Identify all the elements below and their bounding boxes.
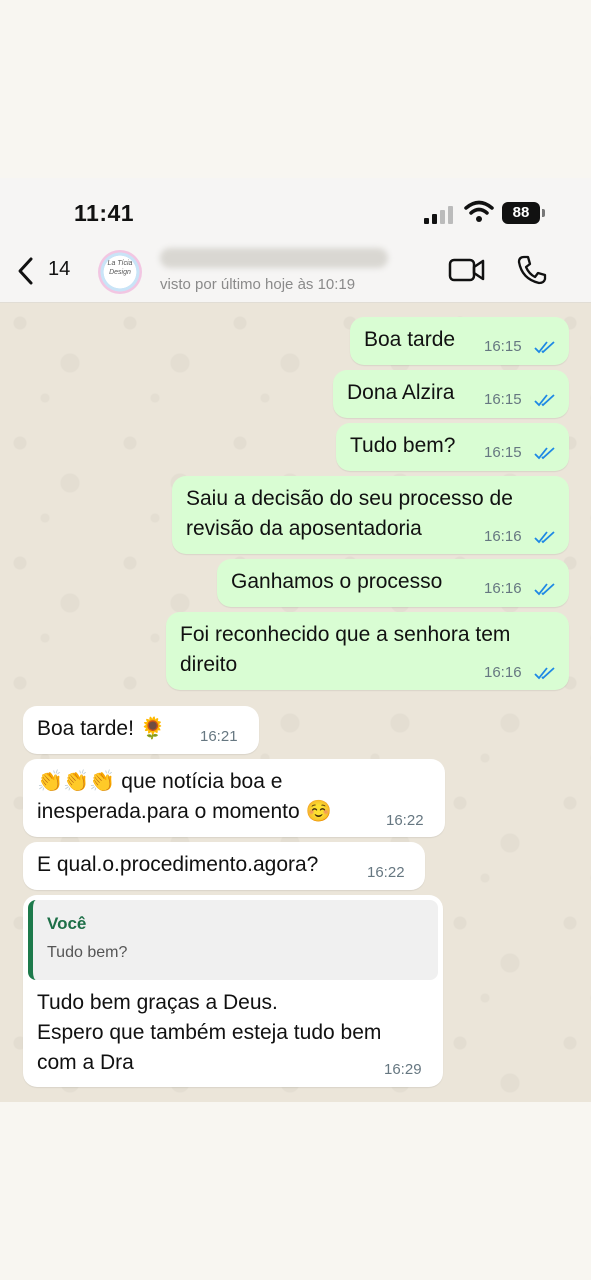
message-bubble-incoming-reply[interactable]: Você Tudo bem? Tudo bem graças a Deus. E…	[23, 895, 443, 1087]
message-time: 16:16	[484, 580, 522, 597]
message-text: Boa tarde! 🌻	[37, 717, 166, 740]
message-time: 16:15	[484, 338, 522, 355]
message-time: 16:15	[484, 391, 522, 408]
read-ticks-icon	[534, 531, 555, 544]
message-bubble-outgoing[interactable]: Ganhamos o processo 16:16	[217, 559, 569, 607]
message-text-line: Tudo bem graças a Deus.	[37, 991, 278, 1014]
message-time: 16:29	[384, 1061, 422, 1078]
battery-tip	[542, 209, 545, 217]
message-text: Ganhamos o processo	[231, 570, 443, 593]
message-text-line: direito	[180, 653, 238, 676]
phone-call-icon[interactable]	[516, 254, 548, 286]
battery-indicator: 88	[502, 202, 540, 224]
video-call-icon[interactable]	[448, 256, 486, 284]
avatar-logo-text: La Tícia Design	[107, 260, 133, 276]
phone-screen: 11:41 88 14 La Tícia Design visto por úl…	[0, 178, 591, 1102]
message-time: 16:22	[386, 812, 424, 829]
message-text-line: inesperada.para o momento ☺️	[37, 800, 332, 823]
message-text-line: revisão da aposentadoria	[186, 517, 422, 540]
message-text-line: 👏👏👏 que notícia boa e	[37, 770, 283, 793]
message-bubble-incoming[interactable]: Boa tarde! 🌻 16:21	[23, 706, 259, 754]
message-text: Boa tarde	[364, 328, 456, 351]
last-seen-status: visto por último hoje às 10:19	[160, 276, 356, 293]
message-bubble-outgoing[interactable]: Tudo bem? 16:15	[336, 423, 569, 471]
chevron-left-icon	[18, 257, 33, 285]
read-ticks-icon	[534, 667, 555, 680]
message-time: 16:15	[484, 444, 522, 461]
status-bar: 11:41 88	[0, 178, 591, 240]
cellular-signal-icon	[424, 204, 456, 224]
message-time: 16:16	[484, 528, 522, 545]
contact-name[interactable]	[160, 248, 388, 268]
contact-avatar[interactable]: La Tícia Design	[98, 250, 142, 294]
chat-header: 14 La Tícia Design visto por último hoje…	[0, 240, 591, 303]
message-text-line: Foi reconhecido que a senhora tem	[180, 623, 511, 646]
read-ticks-icon	[534, 447, 555, 460]
quoted-message[interactable]: Você Tudo bem?	[28, 900, 438, 980]
message-bubble-outgoing[interactable]: Dona Alzira 16:15	[333, 370, 569, 418]
message-text: Tudo bem?	[350, 434, 456, 457]
message-text-line: Saiu a decisão do seu processo de	[186, 487, 513, 510]
message-text-line: com a Dra	[37, 1051, 134, 1074]
message-bubble-incoming[interactable]: E qual.o.procedimento.agora? 16:22	[23, 842, 425, 890]
message-time: 16:16	[484, 664, 522, 681]
message-bubble-outgoing[interactable]: Saiu a decisão do seu processo de revisã…	[172, 476, 569, 554]
message-bubble-incoming[interactable]: 👏👏👏 que notícia boa e inesperada.para o …	[23, 759, 445, 837]
quoted-author: Você	[47, 914, 87, 933]
message-bubble-outgoing[interactable]: Foi reconhecido que a senhora tem direit…	[166, 612, 569, 690]
message-text: E qual.o.procedimento.agora?	[37, 853, 319, 876]
message-time: 16:21	[200, 728, 238, 745]
read-ticks-icon	[534, 341, 555, 354]
read-ticks-icon	[534, 583, 555, 596]
read-ticks-icon	[534, 394, 555, 407]
message-text: Dona Alzira	[347, 381, 455, 404]
quoted-text: Tudo bem?	[47, 944, 128, 961]
unread-count: 14	[48, 258, 71, 280]
chat-area[interactable]: Boa tarde 16:15 Dona Alzira 16:15 Tudo b…	[0, 303, 591, 1102]
message-bubble-outgoing[interactable]: Boa tarde 16:15	[350, 317, 569, 365]
back-button[interactable]: 14	[16, 254, 76, 290]
message-text-line: Espero que também esteja tudo bem	[37, 1021, 382, 1044]
wifi-icon	[464, 200, 494, 222]
status-time: 11:41	[74, 200, 135, 226]
message-time: 16:22	[367, 864, 405, 881]
